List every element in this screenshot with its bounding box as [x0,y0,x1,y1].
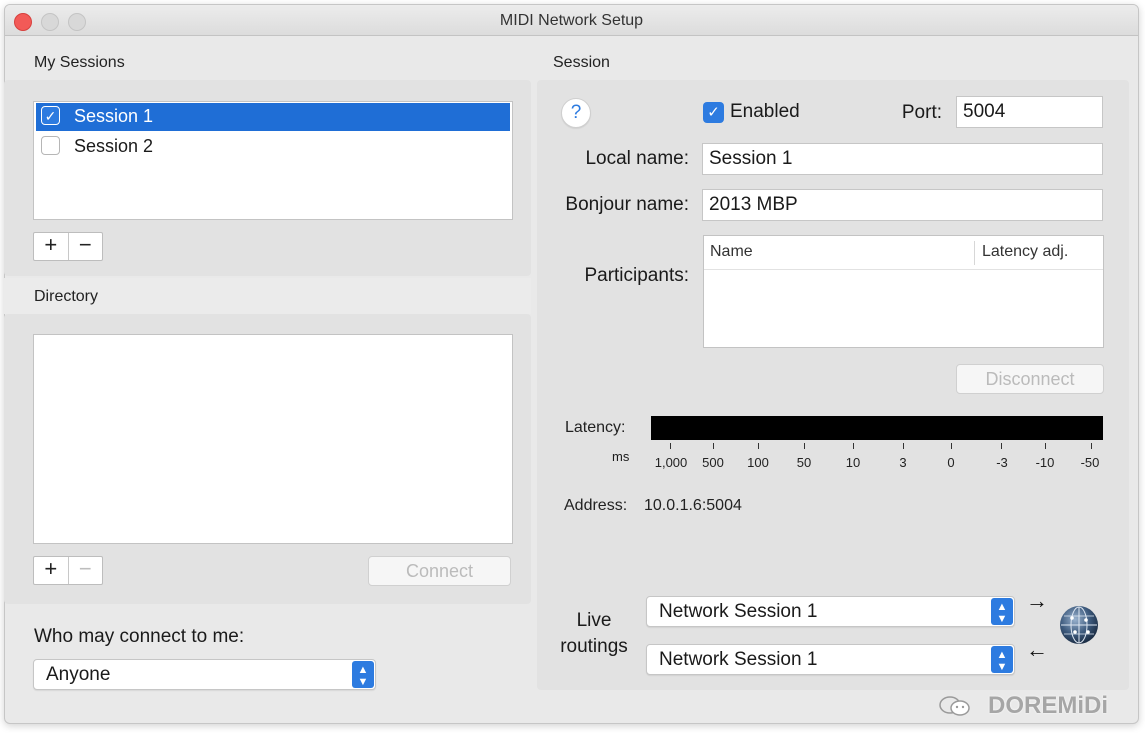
latency-tick [758,443,759,449]
arrow-right-icon: → [1026,588,1048,613]
session-2-checkbox[interactable] [41,136,60,155]
session-1-label: Session 1 [74,106,154,126]
latency-tick [853,443,854,449]
column-name[interactable]: Name [710,243,753,261]
arrow-left-icon: ← [1026,637,1048,662]
who-may-connect-popup[interactable]: Anyone ▲ ▼ [33,659,376,690]
latency-tick-label: -10 [1035,455,1055,470]
wechat-logo-icon [938,694,972,718]
routings-label: routings [560,636,628,657]
directory-label: Directory [34,288,99,305]
latency-tick-label: 10 [845,455,861,470]
help-button[interactable]: ? [561,98,591,128]
routing-in-popup[interactable]: Network Session 1 ▲ ▼ [646,644,1015,675]
column-divider [974,241,975,265]
latency-tick [804,443,805,449]
routing-out-value: Network Session 1 [659,601,818,622]
remove-session-button[interactable]: − [69,233,103,260]
chevron-updown-icon: ▲ ▼ [352,661,374,688]
who-may-connect-label: Who may connect to me: [34,626,245,647]
participants-label: Participants: [584,265,689,286]
list-item-session-2[interactable]: Session 2 [36,133,510,161]
latency-meter [651,416,1103,440]
watermark-text: DOREMiDi [988,692,1108,719]
live-label: Live [576,610,612,631]
port-field[interactable]: 5004 [956,96,1103,128]
connect-button[interactable]: Connect [368,556,511,586]
local-name-field[interactable]: Session 1 [702,143,1103,175]
address-value: 10.0.1.6:5004 [644,497,742,514]
latency-tick [903,443,904,449]
disconnect-button[interactable]: Disconnect [956,364,1104,394]
network-globe-icon [1059,605,1099,645]
routing-out-popup[interactable]: Network Session 1 ▲ ▼ [646,596,1015,627]
column-latency-adj[interactable]: Latency adj. [982,243,1068,261]
routing-in-value: Network Session 1 [659,649,818,670]
address-label: Address: [564,497,628,514]
chevron-updown-icon: ▲ ▼ [991,646,1013,673]
latency-tick [670,443,671,449]
latency-tick [713,443,714,449]
latency-tick [1045,443,1046,449]
my-sessions-label: My Sessions [34,54,125,71]
enabled-checkbox[interactable]: ✓ [703,102,724,123]
add-session-button[interactable]: + [34,233,69,260]
sessions-list[interactable]: ✓ Session 1 Session 2 [33,101,513,220]
add-directory-button[interactable]: + [34,557,69,584]
session-label: Session [553,54,610,71]
latency-tick [1001,443,1002,449]
latency-tick-label: 50 [796,455,812,470]
port-label: Port: [901,102,942,123]
latency-label: Latency: [565,419,626,436]
sessions-add-remove: + − [33,232,103,261]
latency-tick [1091,443,1092,449]
who-may-connect-value: Anyone [46,664,111,685]
remove-directory-button[interactable]: − [69,557,103,584]
enabled-label: Enabled [730,101,800,122]
checkmark-icon[interactable]: ✓ [41,106,60,125]
session-2-label: Session 2 [74,136,154,156]
window-title: MIDI Network Setup [499,12,644,29]
latency-unit: ms [612,449,630,464]
bonjour-name-field[interactable]: 2013 MBP [702,189,1103,221]
participants-table[interactable]: Name Latency adj. [703,235,1104,348]
chevron-updown-icon: ▲ ▼ [991,598,1013,625]
list-item-session-1[interactable]: ✓ Session 1 [36,103,510,131]
latency-tick-label: 3 [899,455,907,470]
title-bar: MIDI Network Setup [5,5,1138,36]
local-name-label: Local name: [585,148,689,169]
latency-tick-label: -3 [996,455,1008,470]
latency-tick-label: 1,000 [654,455,688,470]
directory-list[interactable] [33,334,513,544]
latency-tick [951,443,952,449]
directory-add-remove: + − [33,556,103,585]
latency-tick-label: 0 [947,455,955,470]
participants-header: Name Latency adj. [704,236,1103,270]
bonjour-name-label: Bonjour name: [565,194,689,215]
latency-tick-label: 100 [747,455,769,470]
latency-tick-label: -50 [1080,455,1100,470]
latency-tick-label: 500 [702,455,724,470]
